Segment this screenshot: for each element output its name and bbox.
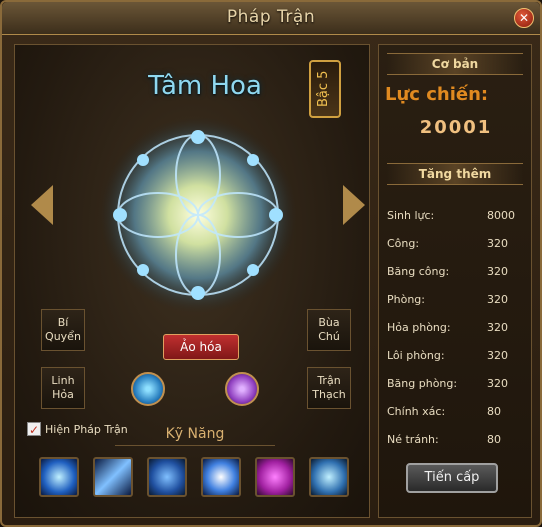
close-icon[interactable]: ✕: [514, 8, 534, 28]
stat-value: 80: [487, 432, 501, 446]
show-formation-toggle[interactable]: ✓ Hiện Pháp Trận: [27, 422, 128, 437]
claw-skill-icon[interactable]: [309, 457, 349, 497]
stat-row: Công: 320: [387, 229, 527, 257]
title-bar: Pháp Trận ✕: [2, 2, 540, 35]
tran-thach-button[interactable]: Trận Thạch: [307, 367, 351, 409]
stat-row: Phòng: 320: [387, 285, 527, 313]
stat-name: Băng công:: [387, 264, 450, 278]
spirit-skill-icon[interactable]: [39, 457, 79, 497]
stats-list: Sinh lực: 8000 Công: 320 Băng công: 320 Phò…: [387, 201, 527, 453]
next-arrow-icon[interactable]: [343, 185, 365, 225]
prev-arrow-icon[interactable]: [31, 185, 53, 225]
stat-name: Chính xác:: [387, 404, 446, 418]
skills-row: [39, 457, 349, 497]
rank-badge: Bậc 5: [309, 60, 341, 118]
stat-value: 8000: [487, 208, 515, 222]
purple-rune-icon[interactable]: [225, 372, 259, 406]
stat-row: Sinh lực: 8000: [387, 201, 527, 229]
basic-header: Cơ bản: [387, 53, 523, 75]
stat-name: Né tránh:: [387, 432, 439, 446]
bua-chu-button[interactable]: Bùa Chú: [307, 309, 351, 351]
stat-value: 320: [487, 236, 508, 250]
stat-value: 320: [487, 320, 508, 334]
stat-value: 320: [487, 348, 508, 362]
formation-window: Pháp Trận ✕ Tâm Hoa Bậc 5 Bí Quyển Bùa C…: [0, 0, 542, 527]
stat-value: 320: [487, 376, 508, 390]
formation-orb-icon: [100, 117, 296, 313]
power-value: 20001: [419, 117, 493, 138]
lightning-skill-icon[interactable]: [93, 457, 133, 497]
transform-button[interactable]: Ảo hóa: [163, 334, 239, 360]
stat-name: Phòng:: [387, 292, 425, 306]
stat-name: Hỏa phòng:: [387, 320, 451, 334]
stat-row: Hỏa phòng: 320: [387, 313, 527, 341]
show-formation-checkbox[interactable]: ✓: [27, 422, 41, 437]
stats-panel: Cơ bản Lực chiến: 20001 Tăng thêm Sinh l…: [378, 44, 532, 518]
stat-row: Chính xác: 80: [387, 397, 527, 425]
stat-row: Băng phòng: 320: [387, 369, 527, 397]
stat-name: Sinh lực:: [387, 208, 435, 222]
stat-name: Lôi phòng:: [387, 348, 445, 362]
extra-header: Tăng thêm: [387, 163, 523, 185]
stat-value: 320: [487, 264, 508, 278]
stat-row: Lôi phòng: 320: [387, 341, 527, 369]
stat-value: 320: [487, 292, 508, 306]
bi-quyen-button[interactable]: Bí Quyển: [41, 309, 85, 351]
linh-hoa-button[interactable]: Linh Hỏa: [41, 367, 85, 409]
wing-skill-icon[interactable]: [201, 457, 241, 497]
window-title: Pháp Trận: [226, 7, 316, 27]
formation-name: Tâm Hoa: [148, 71, 262, 101]
stat-row: Băng công: 320: [387, 257, 527, 285]
shield-skill-icon[interactable]: [147, 457, 187, 497]
formation-panel: Tâm Hoa Bậc 5 Bí Quyển Bùa Chú Linh Hỏa …: [14, 44, 370, 518]
stat-row: Né tránh: 80: [387, 425, 527, 453]
stat-name: Công:: [387, 236, 420, 250]
stat-name: Băng phòng:: [387, 376, 458, 390]
blue-rune-icon[interactable]: [131, 372, 165, 406]
power-label: Lực chiến:: [385, 84, 489, 105]
stat-value: 80: [487, 404, 501, 418]
demon-skill-icon[interactable]: [255, 457, 295, 497]
skills-header: Kỹ Năng: [115, 423, 275, 446]
advance-button[interactable]: Tiến cấp: [406, 463, 498, 493]
